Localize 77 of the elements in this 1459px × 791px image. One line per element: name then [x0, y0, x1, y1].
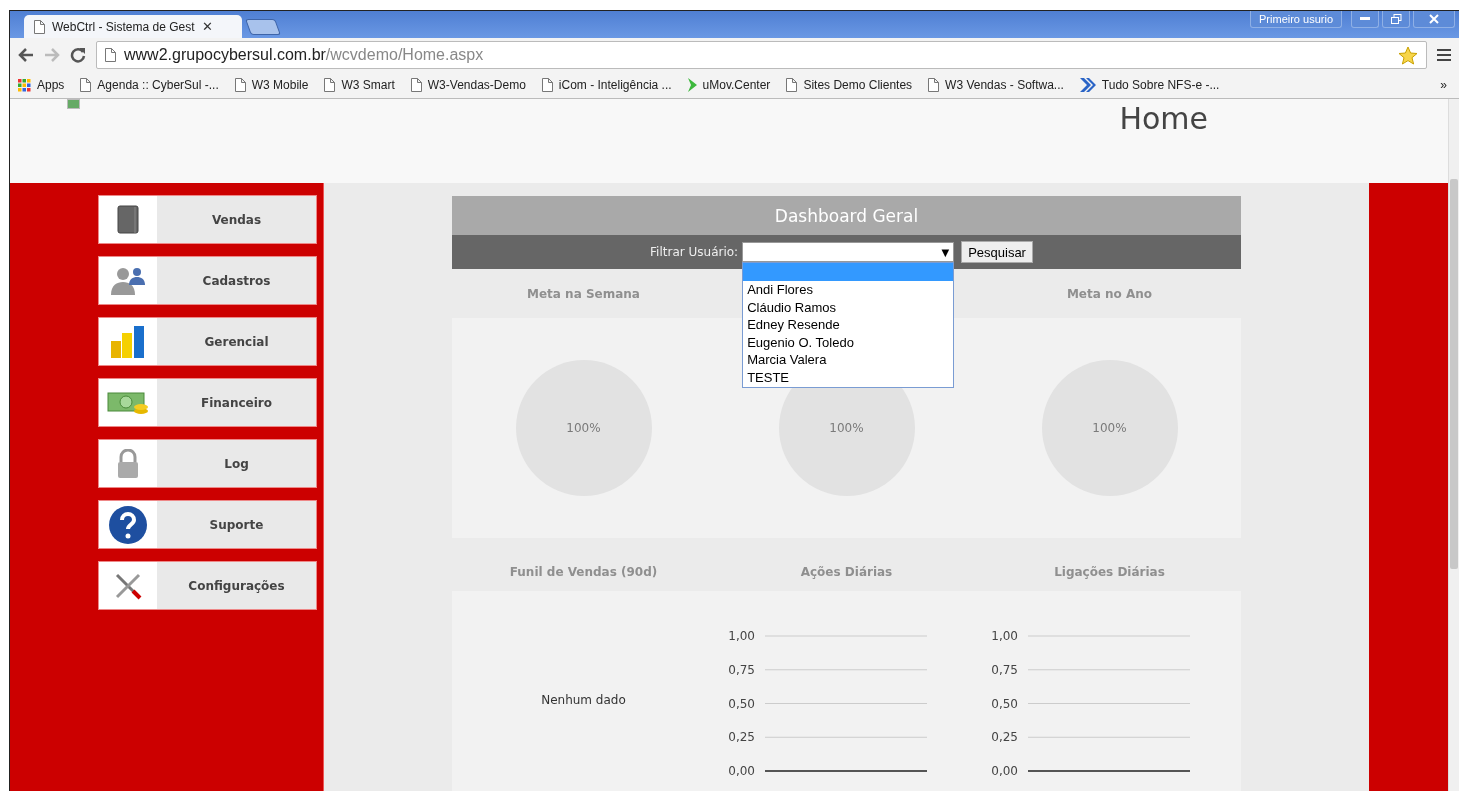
money-icon [107, 389, 149, 416]
axis-tick-label: 0,00 [728, 764, 755, 778]
page-icon [34, 19, 45, 34]
menu-icon[interactable] [1437, 49, 1451, 61]
axis-tick-label: 0,25 [991, 730, 1018, 745]
book-icon [117, 204, 139, 235]
bookmark-link[interactable]: W3 Smart [324, 78, 395, 92]
bookmark-link[interactable]: Sites Demo Clientes [786, 78, 913, 92]
minimize-button[interactable] [1351, 11, 1379, 28]
help-icon [108, 504, 148, 545]
bookmarks-overflow-button[interactable]: » [1440, 78, 1451, 92]
lock-icon [116, 448, 140, 479]
page-icon [786, 78, 798, 92]
back-icon[interactable] [18, 48, 34, 62]
menu-button[interactable]: Financeiro [98, 378, 317, 427]
bookmark-link[interactable]: W3-Vendas-Demo [410, 78, 526, 92]
dropdown-option[interactable]: Edney Resende [743, 316, 954, 334]
close-icon [1429, 14, 1439, 24]
panel-title: Ligações Diárias [1053, 565, 1166, 579]
browser-tab[interactable]: WebCtrl - Sistema de Gest ✕ [24, 15, 242, 38]
scrollbar-thumb[interactable] [1450, 179, 1458, 569]
gauge-title: Meta na Semana [526, 286, 641, 301]
menu-button[interactable]: Gerencial [98, 317, 317, 366]
page-icon [105, 48, 116, 62]
menu-button[interactable]: Vendas [98, 195, 317, 244]
page-icon [324, 78, 336, 92]
page-icon [928, 78, 940, 92]
axis-tick-label: 0,75 [991, 662, 1018, 677]
chevron-icon [687, 78, 697, 92]
bookmark-link[interactable]: iCom - Inteligência ... [541, 78, 672, 92]
page-icon [541, 78, 553, 92]
bookmark-link[interactable]: Agenda :: CyberSul -... [80, 78, 219, 92]
new-tab-button[interactable] [245, 19, 281, 35]
panel-title: Funil de Vendas (90d) [508, 565, 659, 579]
axis-tick-label: 1,00 [728, 629, 755, 643]
dropdown-option[interactable]: Cláudio Ramos [743, 298, 954, 317]
axis-tick-label: 0,25 [728, 730, 755, 745]
bookmark-link[interactable]: uMov.Center [687, 78, 771, 92]
filter-label: Filtrar Usuário: [650, 245, 739, 259]
axis-tick-label: 0,00 [991, 764, 1018, 778]
double-chevron-icon [1079, 78, 1096, 92]
dropdown-option[interactable]: Andi Flores [743, 281, 954, 299]
gauge-title: Meta no Ano [1065, 286, 1154, 301]
star-icon[interactable] [1398, 45, 1418, 65]
restore-button[interactable] [1382, 11, 1410, 28]
menu-button[interactable]: Cadastros [98, 256, 317, 305]
gauge-circle: 100% [1041, 360, 1178, 496]
minimize-icon [1360, 17, 1370, 21]
close-button[interactable] [1413, 11, 1455, 28]
dashboard-title: Dashboard Geral [452, 196, 1241, 235]
page-icon [234, 78, 246, 92]
bookmark-link[interactable]: Apps [18, 78, 65, 92]
page-title: Home [1119, 101, 1208, 138]
no-data-message: Nenhum dado [541, 693, 626, 709]
address-bar[interactable]: www2.grupocybersul.com.br/wcvdemo/Home.aspx [96, 41, 1427, 69]
forward-icon[interactable] [44, 48, 60, 62]
bookmark-link[interactable]: W3 Mobile [234, 78, 309, 92]
menu-button[interactable]: Log [98, 439, 317, 488]
tab-close-button[interactable]: ✕ [201, 19, 232, 34]
menu-button[interactable]: Configurações [98, 561, 317, 610]
page-icon [80, 78, 92, 92]
search-button[interactable]: Pesquisar [961, 241, 1033, 263]
bookmark-link[interactable]: Tudo Sobre NFS-e -... [1079, 78, 1220, 92]
axis-tick-label: 0,75 [728, 662, 755, 677]
menu-button[interactable]: Suporte [98, 500, 317, 549]
bookmark-link[interactable]: W3 Vendas - Softwa... [928, 78, 1064, 92]
axis-tick-label: 0,50 [991, 696, 1018, 711]
dropdown-option[interactable]: Eugenio O. Toledo [743, 333, 954, 352]
reload-icon[interactable] [70, 47, 86, 63]
restore-icon [1390, 14, 1402, 24]
bar-chart-icon [110, 324, 146, 359]
axis-tick-label: 1,00 [991, 629, 1018, 643]
page-icon [410, 78, 422, 92]
apps-grid-icon [18, 78, 31, 92]
axis-tick-label: 0,50 [728, 696, 755, 711]
gauge-circle: 100% [515, 360, 652, 496]
panel-title: Ações Diárias [799, 565, 894, 579]
